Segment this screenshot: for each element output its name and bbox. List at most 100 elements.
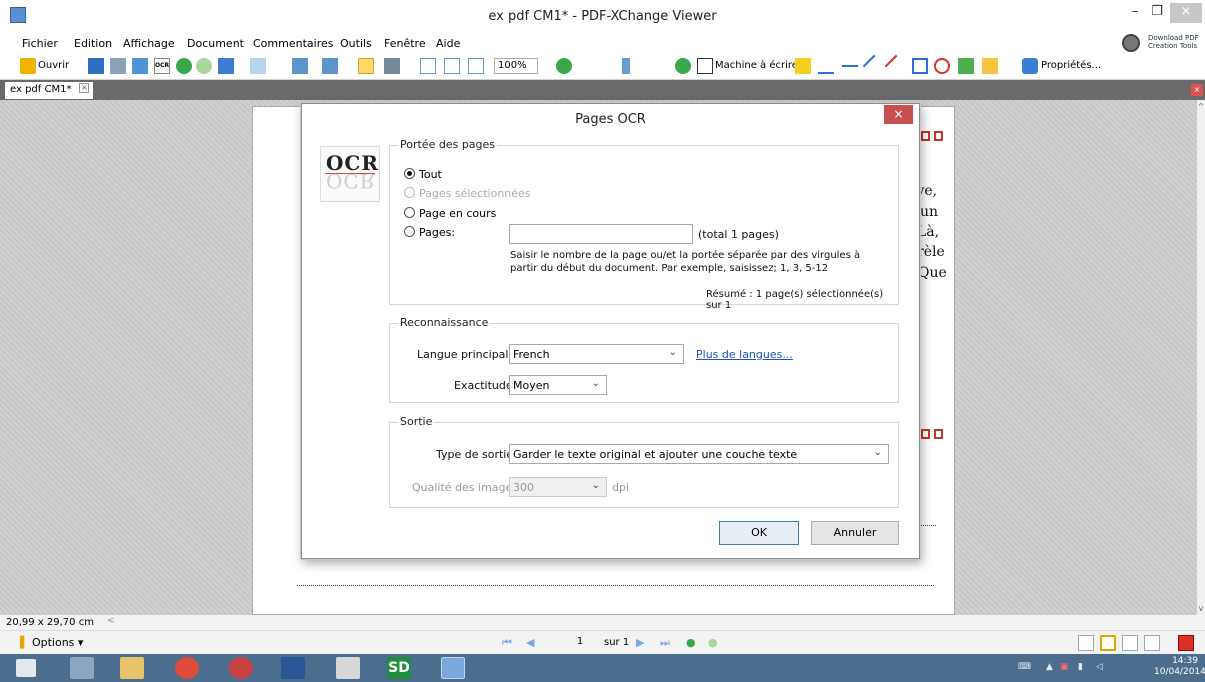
pages-input[interactable] [509, 224, 693, 244]
notes-icon[interactable] [336, 657, 360, 679]
tray-chevron-icon[interactable]: ▲ [1046, 662, 1053, 672]
back-icon[interactable] [176, 58, 192, 74]
rotate-right-icon[interactable] [322, 58, 338, 74]
network-icon[interactable]: ▮ [1078, 662, 1083, 672]
properties-label[interactable]: Propriétés... [1041, 60, 1101, 71]
first-page-icon[interactable]: ⏮ [502, 636, 512, 650]
forward-icon[interactable] [196, 58, 212, 74]
scroll-up-icon[interactable]: ^ [1197, 102, 1205, 111]
tray-flag-icon[interactable]: ▣ [1060, 662, 1069, 672]
calculator-icon[interactable] [70, 657, 94, 679]
menu-fenetre[interactable]: Fenêtre [384, 37, 426, 50]
actual-size-icon[interactable] [420, 58, 436, 74]
ellipse-icon[interactable] [934, 58, 950, 74]
pdf-xchange-taskbar-icon[interactable] [441, 657, 465, 679]
close-document-icon[interactable]: × [1191, 84, 1203, 96]
pencil-icon[interactable] [982, 58, 998, 74]
page-dotted-line [297, 585, 934, 586]
download-pdf-tools-button[interactable]: Download PDF Creation Tools [1118, 30, 1204, 54]
redo-icon[interactable] [250, 58, 266, 74]
open-folder-icon[interactable] [20, 58, 36, 74]
properties-icon[interactable] [1022, 58, 1038, 74]
menu-affichage[interactable]: Affichage [123, 37, 175, 50]
email-icon[interactable] [132, 58, 148, 74]
dialog-close-button[interactable]: × [884, 105, 913, 124]
strikethrough-icon[interactable] [842, 65, 858, 69]
continuous-facing-view-icon[interactable] [1144, 635, 1160, 651]
keyboard-icon[interactable]: ⌨ [1018, 662, 1031, 672]
fit-width-icon[interactable] [468, 58, 484, 74]
next-page-icon[interactable]: ▶ [636, 636, 644, 649]
pages-hint-text: Saisir le nombre de la page ou/et la por… [510, 250, 861, 274]
open-button-label[interactable]: Ouvrir [38, 60, 69, 71]
select-text-icon[interactable] [384, 58, 400, 74]
radio-pages[interactable]: Pages: [404, 226, 455, 242]
page-size-text: 20,99 x 29,70 cm [6, 617, 94, 628]
underline-icon[interactable] [818, 58, 834, 74]
cancel-button[interactable]: Annuler [811, 521, 899, 545]
tab-close-icon[interactable]: × [79, 83, 90, 93]
clock[interactable]: 14:39 10/04/2014 [1154, 656, 1205, 678]
save-icon[interactable] [88, 58, 104, 74]
options-button[interactable]: ▌ Options ▾ [20, 636, 83, 649]
ok-button[interactable]: OK [719, 521, 799, 545]
continuous-view-icon[interactable] [1100, 635, 1116, 651]
more-languages-link[interactable]: Plus de langues... [696, 348, 793, 361]
window-title: ex pdf CM1* - PDF-XChange Viewer [488, 9, 717, 24]
document-tab[interactable]: ex pdf CM1* × [5, 82, 94, 99]
polygon-icon[interactable] [958, 58, 974, 74]
output-type-select[interactable]: Garder le texte original et ajouter une … [509, 444, 889, 464]
typewriter-icon[interactable] [697, 58, 713, 74]
hand-tool-icon[interactable] [358, 58, 374, 74]
radio-all-indicator[interactable] [404, 168, 415, 179]
arrow-icon[interactable] [884, 54, 908, 78]
ocr-toolbar-button[interactable]: OCR [154, 58, 170, 74]
zoom-slider-thumb[interactable] [622, 58, 630, 74]
radio-all[interactable]: Tout [404, 168, 442, 184]
sd-app-icon[interactable]: SD [387, 657, 411, 679]
scroll-left-icon[interactable]: < [107, 616, 115, 626]
radio-current-page[interactable]: Page en cours [404, 207, 496, 223]
output-type-label: Type de sortie: [436, 448, 517, 461]
page-red-mark [921, 131, 930, 141]
window-close-button[interactable]: × [1170, 3, 1202, 23]
menu-document[interactable]: Document [187, 37, 244, 50]
accuracy-select[interactable]: Moyen ⌄ [509, 375, 607, 395]
menu-fichier[interactable]: Fichier [22, 37, 58, 50]
previous-page-icon[interactable]: ◀ [526, 636, 534, 649]
minimize-button[interactable]: – [1126, 3, 1144, 23]
chrome-icon[interactable] [175, 657, 199, 679]
menu-commentaires[interactable]: Commentaires [253, 37, 333, 50]
fit-page-icon[interactable] [444, 58, 460, 74]
snipping-tool-icon[interactable] [229, 657, 253, 679]
rotate-left-icon[interactable] [292, 58, 308, 74]
facing-view-icon[interactable] [1122, 635, 1138, 651]
start-icon[interactable] [16, 659, 36, 677]
zoom-in-icon[interactable] [675, 58, 691, 74]
pdf-tools-icon[interactable] [1178, 635, 1194, 651]
forward-icon[interactable]: ● [708, 636, 718, 649]
typewriter-label[interactable]: Machine à écrire [715, 60, 798, 71]
line-icon[interactable] [862, 54, 886, 78]
undo-icon[interactable] [218, 58, 234, 74]
rectangle-icon[interactable] [912, 58, 928, 74]
file-explorer-icon[interactable] [120, 657, 144, 679]
page-number-input[interactable]: 1 [565, 634, 595, 651]
print-icon[interactable] [110, 58, 126, 74]
menu-outils[interactable]: Outils [340, 37, 372, 50]
maximize-button[interactable]: ❐ [1148, 3, 1166, 23]
zoom-select[interactable]: 100% [494, 58, 538, 74]
zoom-out-icon[interactable] [556, 58, 572, 74]
back-icon[interactable]: ● [686, 636, 696, 649]
text-box-icon[interactable] [795, 58, 811, 74]
single-page-view-icon[interactable] [1078, 635, 1094, 651]
last-page-icon[interactable]: ⏭ [660, 636, 670, 650]
word-icon[interactable] [281, 657, 305, 679]
scroll-down-icon[interactable]: v [1197, 604, 1205, 613]
language-select[interactable]: French ⌄ [509, 344, 684, 364]
menu-edition[interactable]: Edition [74, 37, 112, 50]
vertical-scrollbar[interactable]: ^ v [1197, 100, 1205, 615]
volume-icon[interactable]: ◁ [1096, 662, 1103, 672]
menu-aide[interactable]: Aide [436, 37, 460, 50]
language-label: Langue principale: [417, 348, 519, 361]
